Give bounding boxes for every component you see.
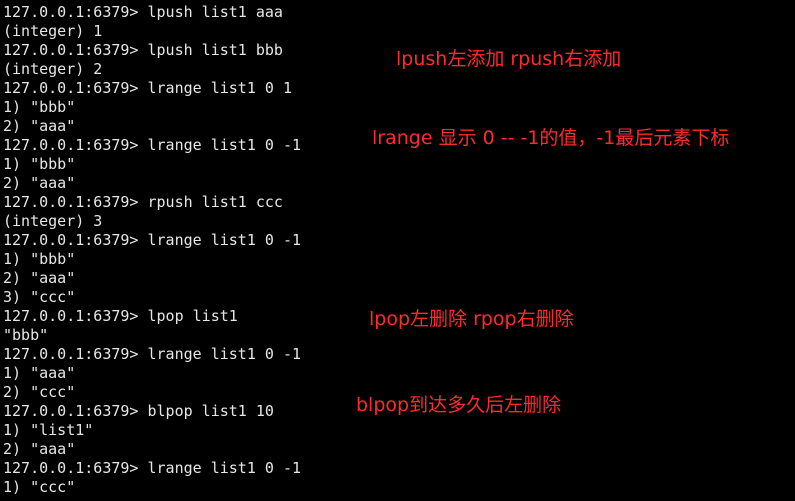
terminal-line: 1) "bbb" [3,98,76,116]
terminal-line: 2) "aaa" [3,440,76,458]
terminal-line: 127.0.0.1:6379> lrange list1 0 -1 [3,459,302,477]
terminal-line: 1) "bbb" [3,250,76,268]
terminal-line: 2) "aaa" [3,174,76,192]
annotation-push: lpush左添加 rpush右添加 [396,48,622,70]
terminal-line: 127.0.0.1:6379> rpush list1 ccc [3,193,283,211]
terminal-line: 127.0.0.1:6379> lpush list1 aaa [3,3,283,21]
terminal-line: 3) "ccc" [3,288,76,306]
terminal-line: 1) "aaa" [3,364,76,382]
terminal-line: 127.0.0.1:6379> lrange list1 0 -1 [3,136,302,154]
terminal-line: 2) "aaa" [3,117,76,135]
terminal-line: 127.0.0.1:6379> lrange list1 0 -1 [3,345,302,363]
terminal-line: 2) "aaa" [3,269,76,287]
terminal-line: (integer) 3 [3,212,103,230]
terminal-line: (integer) 1 [3,22,103,40]
terminal-line: 1) "ccc" [3,478,76,496]
terminal-line: 127.0.0.1:6379> lpop list1 [3,307,238,325]
terminal-line: 127.0.0.1:6379> lrange list1 0 1 [3,79,292,97]
terminal-line: "bbb" [3,326,49,344]
terminal-line: (integer) 2 [3,60,103,78]
terminal-output[interactable]: 127.0.0.1:6379> lpush list1 aaa (integer… [3,0,793,501]
terminal-line: 127.0.0.1:6379> blpop list1 10 [3,402,274,420]
annotation-blpop: blpop到达多久后左删除 [356,394,562,416]
terminal-line: 1) "list1" [3,421,94,439]
terminal-line: 2) "ccc" [3,383,76,401]
terminal-line: 127.0.0.1:6379> lpush list1 bbb [3,41,283,59]
annotation-lrange: lrange 显示 0 -- -1的值，-1最后元素下标 [372,127,730,149]
annotation-pop: lpop左删除 rpop右删除 [369,308,574,330]
terminal-line: 1) "bbb" [3,155,76,173]
terminal-line: 127.0.0.1:6379> lrange list1 0 -1 [3,231,302,249]
